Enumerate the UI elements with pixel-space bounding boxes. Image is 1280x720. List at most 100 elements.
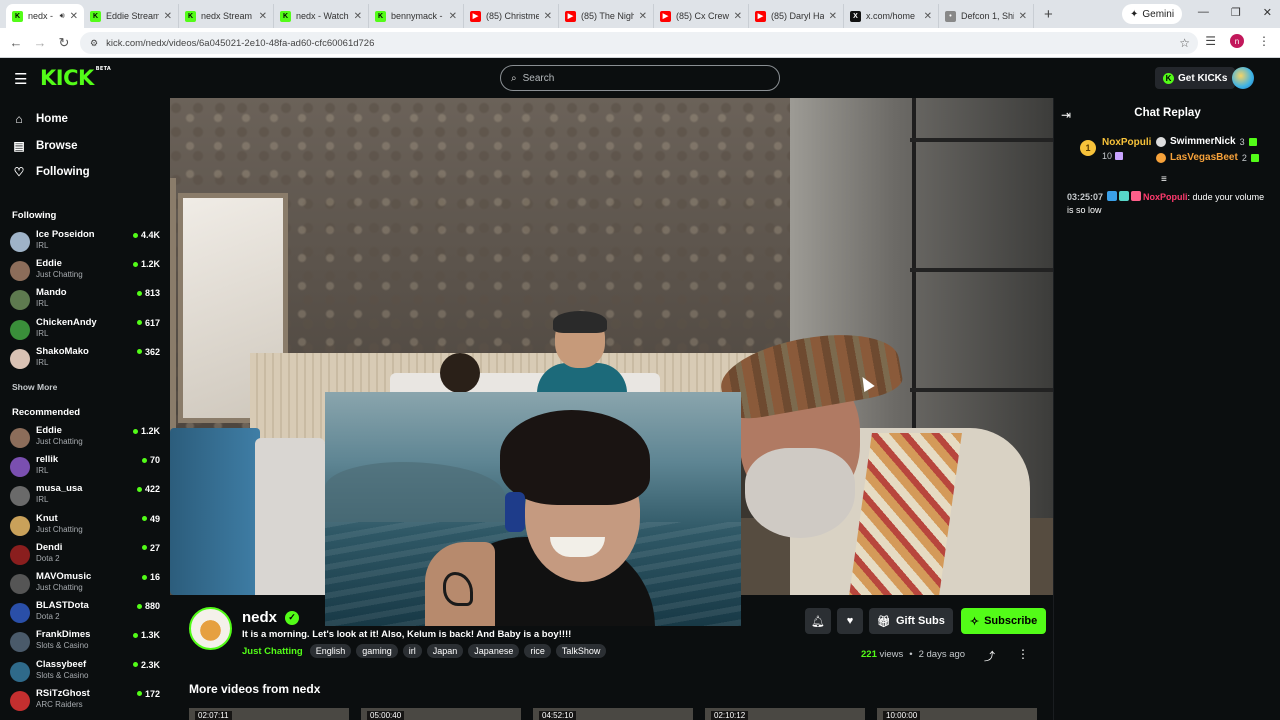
channel-name: RSiTzGhost	[36, 687, 90, 699]
tag-chip[interactable]: irl	[402, 644, 422, 658]
close-tab-icon[interactable]: ✕	[70, 11, 78, 22]
new-tab-icon[interactable]: +	[1044, 6, 1053, 23]
close-tab-icon[interactable]: ✕	[164, 11, 172, 22]
sidebar-channel[interactable]: Knut Just Chatting 49	[10, 513, 160, 540]
live-dot-icon	[136, 349, 142, 355]
nav-home[interactable]: ⌂ Home	[12, 108, 68, 130]
sidebar-channel[interactable]: Classybeef Slots & Casino 2.3K	[10, 659, 160, 686]
tag-chip[interactable]: Japan	[426, 644, 464, 658]
tag-chip[interactable]: Japanese	[468, 644, 520, 658]
close-tab-icon[interactable]: ✕	[924, 11, 932, 22]
browser-tab[interactable]: ▶ (85) Cx Crew ✕	[654, 4, 749, 28]
maximize-icon[interactable]: ❐	[1231, 6, 1241, 19]
forward-icon[interactable]: →	[28, 35, 52, 50]
channel-avatar[interactable]	[189, 607, 232, 650]
browser-tab[interactable]: Knedx Stream ✕	[179, 4, 274, 28]
share-icon[interactable]: ⤴	[984, 648, 995, 664]
badge-icon	[1119, 191, 1130, 201]
top-gifter-count: 10	[1102, 151, 1124, 161]
sidebar-channel[interactable]: MAVOmusic Just Chatting 16	[10, 571, 160, 598]
tag-chip[interactable]: English	[309, 644, 352, 658]
url-field[interactable]: ⚙ kick.com/nedx/videos/6a045021-2e10-48f…	[80, 32, 1198, 54]
close-tab-icon[interactable]: ✕	[544, 11, 552, 22]
sidebar-channel[interactable]: ShakoMako IRL 362	[10, 346, 160, 373]
site-info-icon[interactable]: ⚙	[90, 38, 98, 49]
site-header: ☰ KICKBETA ⌕ K Get KICKs	[0, 58, 1280, 98]
browser-tab[interactable]: Knedx - W 🔊︎ ✕	[6, 4, 84, 28]
browser-tab[interactable]: ▶ (85) Daryl Hal ✕	[749, 4, 844, 28]
channel-name: BLASTDota	[36, 600, 89, 612]
browser-tab[interactable]: • Defcon 1, Shi ✕	[939, 4, 1034, 28]
gifter-item[interactable]: LasVegasBeet 2	[1156, 152, 1259, 163]
video-thumbnail[interactable]: 02:07:11	[189, 708, 349, 720]
hamburger-menu-icon[interactable]: ☰	[14, 70, 27, 88]
kick-logo[interactable]: KICK BETA	[40, 66, 111, 90]
sidebar-channel[interactable]: Eddie Just Chatting 1.2K	[10, 258, 160, 285]
profile-avatar[interactable]: n	[1230, 34, 1244, 48]
get-kicks-button[interactable]: K Get KICKs	[1155, 67, 1236, 89]
close-tab-icon[interactable]: ✕	[259, 11, 267, 22]
audio-playing-icon[interactable]: 🔊︎	[60, 11, 65, 21]
viewer-count-value: 4.4K	[140, 230, 160, 240]
nav-following[interactable]: ♡ Following	[12, 161, 90, 183]
sidebar-channel[interactable]: FrankDimes Slots & Casino 1.3K	[10, 629, 160, 656]
video-thumbnail[interactable]: 02:10:12	[705, 708, 865, 720]
browser-tab[interactable]: Knedx - Watch ✕	[274, 4, 369, 28]
sidebar-channel[interactable]: BLASTDota Dota 2 880	[10, 600, 160, 627]
video-thumbnail[interactable]: 04:52:10	[533, 708, 693, 720]
search-box[interactable]: ⌕	[500, 65, 780, 91]
close-tab-icon[interactable]: ✕	[734, 11, 742, 22]
video-thumbnail[interactable]: 10:00:00	[877, 708, 1037, 720]
channel-name[interactable]: nedx	[242, 609, 277, 626]
sidebar-channel[interactable]: musa_usa IRL 422	[10, 483, 160, 510]
chat-filter-icon[interactable]: ≡	[1161, 174, 1167, 185]
user-avatar[interactable]	[1232, 67, 1254, 89]
sidebar-channel[interactable]: RSiTzGhost ARC Raiders 172	[10, 688, 160, 715]
sidebar-channel[interactable]: rellik IRL 70	[10, 454, 160, 481]
tag-chip[interactable]: TalkShow	[555, 644, 607, 658]
gifter-item[interactable]: SwimmerNick 3	[1156, 136, 1257, 147]
sidebar-channel[interactable]: Mando IRL 813	[10, 287, 160, 314]
message-user[interactable]: NoxPopuli	[1143, 192, 1188, 202]
close-tab-icon[interactable]: ✕	[449, 11, 457, 22]
browser-tab[interactable]: Kbennymack - ✕	[369, 4, 464, 28]
browser-menu-icon[interactable]: ⋮	[1258, 34, 1270, 48]
browser-tab[interactable]: ▶ (85) The Nigh ✕	[559, 4, 654, 28]
category-link[interactable]: Just Chatting	[242, 646, 303, 657]
gemini-button[interactable]: ✦ Gemini	[1122, 4, 1183, 24]
gift-subs-button[interactable]: 🎁︎ Gift Subs	[869, 608, 953, 634]
follow-heart-button[interactable]: ♥	[837, 608, 863, 634]
channel-name: Mando	[36, 287, 67, 299]
reload-icon[interactable]: ↻	[52, 35, 76, 51]
video-thumbnail[interactable]: 05:00:40	[361, 708, 521, 720]
top-gifter-name[interactable]: NoxPopuli	[1102, 137, 1151, 148]
browser-tab[interactable]: ▶ (85) Christme ✕	[464, 4, 559, 28]
bookmark-star-icon[interactable]: ☆	[1179, 36, 1190, 50]
nav-home-label: Home	[36, 113, 68, 125]
show-more-link[interactable]: Show More	[12, 382, 57, 392]
viewer-count-value: 1.2K	[140, 259, 160, 270]
sidebar-channel[interactable]: Dendi Dota 2 27	[10, 542, 160, 569]
browser-tab[interactable]: Xx.com/home ✕	[844, 4, 939, 28]
reading-list-icon[interactable]: ☰	[1205, 34, 1216, 48]
sidebar: ⌂ Home ▤ Browse ♡ Following Following Sh…	[0, 98, 170, 720]
logo-badge: BETA	[95, 66, 112, 72]
notification-bell-button[interactable]: 🔔︎	[805, 608, 831, 634]
search-input[interactable]	[522, 72, 763, 84]
sidebar-channel[interactable]: Ice Poseidon IRL 4.4K	[10, 229, 160, 256]
close-window-icon[interactable]: ✕	[1263, 6, 1272, 19]
more-options-icon[interactable]: ⋮	[1017, 647, 1029, 661]
sidebar-channel[interactable]: ChickenAndy IRL 617	[10, 317, 160, 344]
close-tab-icon[interactable]: ✕	[639, 11, 647, 22]
sidebar-channel[interactable]: Eddie Just Chatting 1.2K	[10, 425, 160, 452]
close-tab-icon[interactable]: ✕	[354, 11, 362, 22]
minimize-icon[interactable]: —	[1198, 6, 1209, 19]
close-tab-icon[interactable]: ✕	[1019, 11, 1027, 22]
tag-chip[interactable]: rice	[524, 644, 551, 658]
browser-tab[interactable]: K Eddie Stream ✕	[84, 4, 179, 28]
tag-chip[interactable]: gaming	[356, 644, 398, 658]
nav-browse[interactable]: ▤ Browse	[12, 135, 77, 157]
subscribe-button[interactable]: ✧ Subscribe	[960, 608, 1047, 634]
back-icon[interactable]: ←	[4, 35, 28, 50]
close-tab-icon[interactable]: ✕	[829, 11, 837, 22]
